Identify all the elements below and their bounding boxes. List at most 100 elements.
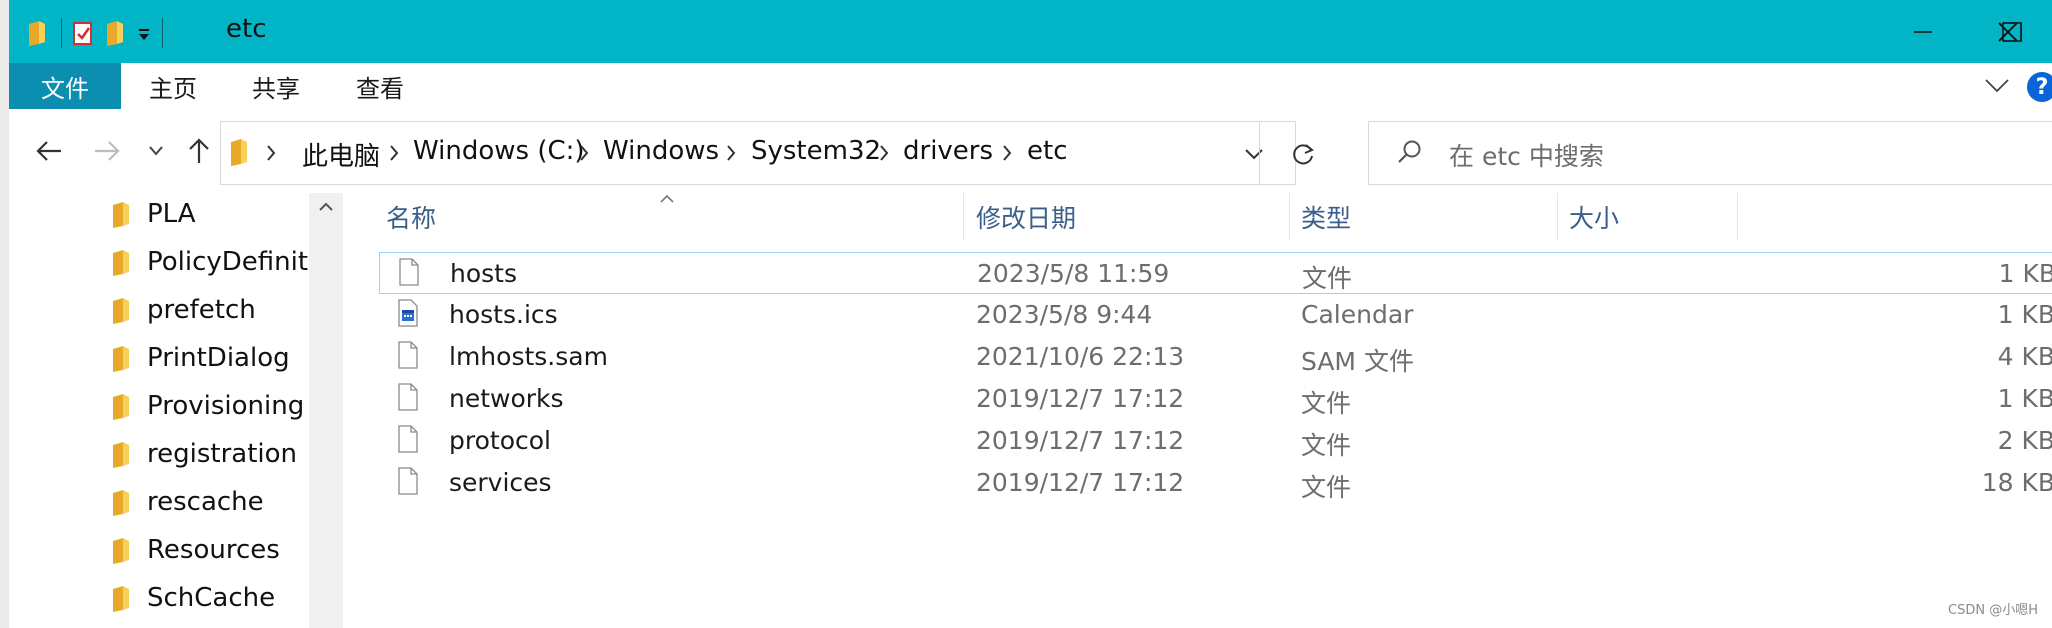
file-name[interactable]: hosts <box>450 259 517 288</box>
breadcrumb-this-pc[interactable]: 此电脑 <box>302 136 380 173</box>
file-type: 文件 <box>1301 473 1352 502</box>
column-divider[interactable] <box>1557 193 1558 241</box>
search-box[interactable]: 在 etc 中搜索 <box>1368 121 2052 185</box>
nav-pane-scrollbar[interactable] <box>309 193 343 628</box>
file-type: Calendar <box>1301 300 1414 329</box>
help-button[interactable]: ? <box>2027 72 2052 102</box>
forward-button[interactable] <box>89 133 125 169</box>
title-separator <box>162 18 163 48</box>
calendar-file-icon <box>398 299 418 327</box>
file-date: 2023/5/8 11:59 <box>977 259 1170 288</box>
minimize-button[interactable] <box>1879 0 1967 63</box>
address-history-dropdown-icon[interactable] <box>1244 146 1264 165</box>
table-row[interactable]: hosts 2023/5/8 11:59 文件 1 KB <box>379 252 2052 294</box>
expand-ribbon-icon[interactable] <box>1984 77 2010 99</box>
column-header-type[interactable]: 类型 <box>1301 193 1351 241</box>
chevron-right-icon[interactable] <box>388 144 400 166</box>
folder-icon[interactable] <box>27 20 47 50</box>
search-input[interactable]: 在 etc 中搜索 <box>1449 137 1604 173</box>
search-icon <box>1397 139 1423 169</box>
nav-item-label: PolicyDefinitions <box>147 247 309 277</box>
nav-item-label: SchCache <box>147 583 276 613</box>
table-row[interactable]: hosts.ics 2023/5/8 9:44 Calendar 1 KB <box>379 294 2052 336</box>
nav-item-policydefinitions[interactable]: PolicyDefinitions <box>112 238 309 286</box>
tab-home[interactable]: 主页 <box>149 63 197 109</box>
breadcrumb-drivers[interactable]: drivers <box>903 136 993 166</box>
folder-icon <box>113 201 129 228</box>
breadcrumb-etc[interactable]: etc <box>1027 136 1068 166</box>
watermark: CSDN @小嗯H <box>1948 603 2038 618</box>
address-bar[interactable]: 此电脑 Windows (C:) Windows System32 driver… <box>220 121 1314 185</box>
scroll-up-arrow-icon[interactable] <box>317 199 335 218</box>
nav-item-prefetch[interactable]: prefetch <box>112 286 256 334</box>
chevron-right-icon[interactable] <box>578 144 590 166</box>
chevron-right-icon[interactable] <box>1001 144 1013 166</box>
file-name[interactable]: networks <box>449 384 564 413</box>
nav-item-provisioning[interactable]: Provisioning <box>112 382 304 430</box>
sort-ascending-icon <box>659 189 675 208</box>
recent-locations-dropdown[interactable] <box>138 133 174 169</box>
file-icon <box>398 467 418 495</box>
new-folder-icon[interactable] <box>105 20 125 50</box>
file-list: 名称 修改日期 类型 大小 hosts 2023/5/8 11:59 文件 1 … <box>343 193 2052 628</box>
file-name[interactable]: services <box>449 468 552 497</box>
nav-item-label: registration <box>147 439 298 469</box>
table-row[interactable]: protocol 2019/12/7 17:12 文件 2 KB <box>379 420 2052 462</box>
tab-file[interactable]: 文件 <box>9 63 121 109</box>
column-header-size[interactable]: 大小 <box>1569 193 1619 241</box>
tab-view[interactable]: 查看 <box>356 63 404 109</box>
column-header-date[interactable]: 修改日期 <box>976 193 1076 241</box>
file-size: 1 KB <box>1997 384 2052 413</box>
column-divider[interactable] <box>1737 193 1738 241</box>
navigation-pane: PLA PolicyDefinitions prefetch PrintDial… <box>9 193 309 628</box>
folder-icon <box>113 345 129 372</box>
nav-item-schcache[interactable]: SchCache <box>112 574 275 622</box>
nav-item-label: PrintDialog <box>147 343 290 373</box>
file-size: 2 KB <box>1997 426 2052 455</box>
tab-share[interactable]: 共享 <box>252 63 300 109</box>
column-divider[interactable] <box>1289 193 1290 241</box>
file-type: SAM 文件 <box>1301 347 1414 376</box>
up-button[interactable] <box>181 133 217 169</box>
breadcrumb-windows[interactable]: Windows <box>603 136 719 166</box>
table-row[interactable]: lmhosts.sam 2021/10/6 22:13 SAM 文件 4 KB <box>379 336 2052 378</box>
file-name[interactable]: hosts.ics <box>449 300 558 329</box>
folder-icon <box>113 393 129 420</box>
quick-access-dropdown-icon[interactable] <box>137 26 151 45</box>
file-name[interactable]: lmhosts.sam <box>449 342 608 371</box>
chevron-right-icon[interactable] <box>725 144 737 166</box>
column-header-name[interactable]: 名称 <box>386 193 436 241</box>
folder-icon <box>113 489 129 516</box>
breadcrumb-system32[interactable]: System32 <box>751 136 881 166</box>
nav-item-pla[interactable]: PLA <box>112 193 196 238</box>
file-size: 4 KB <box>1997 342 2052 371</box>
chevron-right-icon[interactable] <box>265 144 277 166</box>
table-row[interactable]: networks 2019/12/7 17:12 文件 1 KB <box>379 378 2052 420</box>
title-separator <box>61 18 62 48</box>
back-button[interactable] <box>31 133 67 169</box>
nav-item-rescache[interactable]: rescache <box>112 478 264 526</box>
file-date: 2019/12/7 17:12 <box>976 384 1185 413</box>
file-date: 2019/12/7 17:12 <box>976 468 1185 497</box>
folder-icon <box>113 585 129 612</box>
file-icon <box>398 383 418 411</box>
properties-icon[interactable] <box>71 20 95 50</box>
file-size: 1 KB <box>1997 300 2052 329</box>
address-row: 此电脑 Windows (C:) Windows System32 driver… <box>9 109 2052 194</box>
refresh-icon[interactable] <box>1290 141 1316 171</box>
address-divider <box>1259 122 1260 184</box>
nav-item-label: rescache <box>147 487 264 517</box>
folder-icon <box>113 537 129 564</box>
file-name[interactable]: protocol <box>449 426 551 455</box>
table-row[interactable]: services 2019/12/7 17:12 文件 18 KB <box>379 462 2052 504</box>
explorer-window: etc 文件 主页 共享 查看 ? 此电脑 Windows (C:) Windo… <box>0 0 2052 628</box>
nav-item-registration[interactable]: registration <box>112 430 297 478</box>
close-button[interactable] <box>1964 0 2052 63</box>
chevron-right-icon[interactable] <box>878 144 890 166</box>
breadcrumb-windows-c[interactable]: Windows (C:) <box>413 136 585 166</box>
folder-icon <box>113 441 129 468</box>
nav-item-label: Resources <box>147 535 280 565</box>
nav-item-resources[interactable]: Resources <box>112 526 280 574</box>
nav-item-printdialog[interactable]: PrintDialog <box>112 334 290 382</box>
column-divider[interactable] <box>963 193 964 241</box>
